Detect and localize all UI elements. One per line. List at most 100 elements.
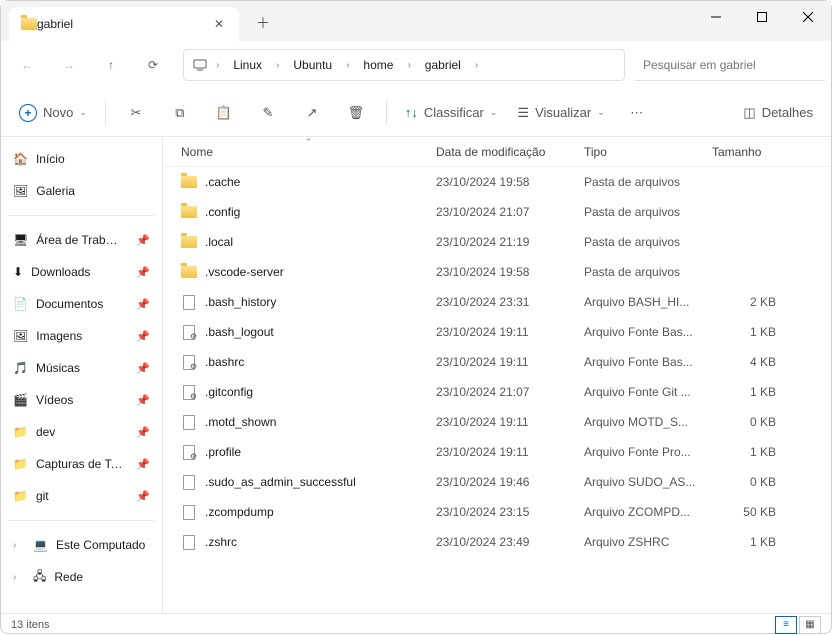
sidebar-item-home[interactable]: 🏠 Início [5, 143, 158, 175]
cell-size: 0 KB [712, 415, 792, 429]
maximize-button[interactable] [739, 1, 785, 33]
pin-icon[interactable]: 📌 [136, 426, 150, 439]
column-size[interactable]: Tamanho [712, 145, 792, 159]
pin-icon[interactable]: 📌 [136, 330, 150, 343]
separator [386, 101, 387, 125]
file-name: .gitconfig [205, 385, 253, 399]
sidebar-item-pinned[interactable]: 🎬 Vídeos 📌 [5, 384, 158, 416]
toolbar: + Novo ⌄ ✂ ⧉ 📋 ✎ ↗ 🗑 ↑↓ Classificar ⌄ ☰ … [1, 89, 831, 137]
view-button[interactable]: ☰ Visualizar ⌄ [509, 96, 612, 130]
sort-asc-icon: ⌃ [305, 137, 313, 148]
copy-button[interactable]: ⧉ [160, 96, 200, 130]
table-row[interactable]: .motd_shown 23/10/2024 19:11 Arquivo MOT… [163, 407, 831, 437]
sidebar-label: Músicas [36, 361, 128, 375]
table-row[interactable]: .zcompdump 23/10/2024 23:15 Arquivo ZCOM… [163, 497, 831, 527]
separator [105, 101, 106, 125]
file-name: .zcompdump [205, 505, 274, 519]
cell-name: .cache [181, 174, 436, 190]
new-button[interactable]: + Novo ⌄ [11, 96, 95, 130]
delete-button[interactable]: 🗑 [336, 96, 376, 130]
pictures-icon: 🖼 [13, 329, 28, 343]
breadcrumb-item[interactable]: home [357, 54, 399, 76]
pin-icon[interactable]: 📌 [136, 394, 150, 407]
back-button[interactable]: ← [7, 47, 47, 83]
sidebar-item-pinned[interactable]: ⬇ Downloads 📌 [5, 256, 158, 288]
statusbar: 13 itens ≡ ▦ [1, 613, 831, 635]
breadcrumb[interactable]: › Linux › Ubuntu › home › gabriel › [183, 49, 625, 81]
table-row[interactable]: .config 23/10/2024 21:07 Pasta de arquiv… [163, 197, 831, 227]
pin-icon[interactable]: 📌 [136, 458, 150, 471]
chevron-right-icon: › [473, 60, 480, 71]
table-row[interactable]: .cache 23/10/2024 19:58 Pasta de arquivo… [163, 167, 831, 197]
sidebar-item-pinned[interactable]: 📁 Capturas de Tel… 📌 [5, 448, 158, 480]
minimize-button[interactable] [693, 1, 739, 33]
pin-icon[interactable]: 📌 [136, 266, 150, 279]
table-row[interactable]: .gitconfig 23/10/2024 21:07 Arquivo Font… [163, 377, 831, 407]
folder-icon [181, 234, 197, 250]
up-button[interactable]: ↑ [91, 47, 131, 83]
chevron-right-icon: › [214, 60, 221, 71]
new-tab-button[interactable]: ＋ [247, 7, 279, 39]
file-icon [181, 384, 197, 400]
breadcrumb-item[interactable]: Ubuntu [287, 54, 338, 76]
table-row[interactable]: .local 23/10/2024 21:19 Pasta de arquivo… [163, 227, 831, 257]
column-date[interactable]: Data de modificação [436, 145, 584, 159]
sidebar-label: Área de Trab… [36, 233, 128, 247]
pin-icon[interactable]: 📌 [136, 234, 150, 247]
cell-size: 0 KB [712, 475, 792, 489]
sort-button[interactable]: ↑↓ Classificar ⌄ [397, 96, 506, 130]
table-row[interactable]: .vscode-server 23/10/2024 19:58 Pasta de… [163, 257, 831, 287]
more-button[interactable]: ⋯ [617, 96, 657, 130]
sidebar-item-pinned[interactable]: 🖼 Imagens 📌 [5, 320, 158, 352]
cell-date: 23/10/2024 19:46 [436, 475, 584, 489]
pin-icon[interactable]: 📌 [136, 490, 150, 503]
column-type[interactable]: Tipo [584, 145, 712, 159]
pin-icon[interactable]: 📌 [136, 298, 150, 311]
sidebar-item-pinned[interactable]: 📁 dev 📌 [5, 416, 158, 448]
paste-button[interactable]: 📋 [204, 96, 244, 130]
breadcrumb-item[interactable]: Linux [227, 54, 268, 76]
refresh-button[interactable]: ⟳ [133, 47, 173, 83]
cell-name: .sudo_as_admin_successful [181, 474, 436, 490]
cell-date: 23/10/2024 23:49 [436, 535, 584, 549]
search-input[interactable] [635, 49, 825, 81]
chevron-down-icon: ⌄ [597, 107, 605, 118]
table-row[interactable]: .profile 23/10/2024 19:11 Arquivo Fonte … [163, 437, 831, 467]
cell-date: 23/10/2024 23:15 [436, 505, 584, 519]
downloads-icon: ⬇ [13, 265, 23, 279]
cut-button[interactable]: ✂ [116, 96, 156, 130]
column-name[interactable]: ⌃ Nome [181, 145, 436, 159]
home-icon: 🏠 [13, 152, 28, 166]
table-row[interactable]: .sudo_as_admin_successful 23/10/2024 19:… [163, 467, 831, 497]
forward-button[interactable]: → [49, 47, 89, 83]
details-button[interactable]: ◫ Detalhes [735, 96, 821, 130]
tab-close-icon[interactable]: ✕ [211, 16, 227, 32]
sidebar-item-pinned[interactable]: 🖥 Área de Trab… 📌 [5, 224, 158, 256]
file-icon [181, 444, 197, 460]
clipboard-icon: 📋 [216, 105, 232, 121]
breadcrumb-item[interactable]: gabriel [419, 54, 467, 76]
sidebar-item-thispc[interactable]: › 💻 Este Computado [5, 529, 158, 561]
pin-icon[interactable]: 📌 [136, 362, 150, 375]
rename-button[interactable]: ✎ [248, 96, 288, 130]
table-row[interactable]: .bashrc 23/10/2024 19:11 Arquivo Fonte B… [163, 347, 831, 377]
tab-title: gabriel [37, 17, 211, 31]
icons-view-button[interactable]: ▦ [799, 616, 821, 634]
share-button[interactable]: ↗ [292, 96, 332, 130]
cell-size: 4 KB [712, 355, 792, 369]
sidebar-item-pinned[interactable]: 📄 Documentos 📌 [5, 288, 158, 320]
sidebar-item-pinned[interactable]: 🎵 Músicas 📌 [5, 352, 158, 384]
navbar: ← → ↑ ⟳ › Linux › Ubuntu › home › gabrie… [1, 41, 831, 89]
sidebar-label: Este Computado [56, 538, 150, 552]
sidebar-item-network[interactable]: › 🖧 Rede [5, 561, 158, 593]
tab-current[interactable]: gabriel ✕ [9, 7, 239, 41]
table-row[interactable]: .zshrc 23/10/2024 23:49 Arquivo ZSHRC 1 … [163, 527, 831, 557]
table-row[interactable]: .bash_logout 23/10/2024 19:11 Arquivo Fo… [163, 317, 831, 347]
table-row[interactable]: .bash_history 23/10/2024 23:31 Arquivo B… [163, 287, 831, 317]
close-button[interactable] [785, 1, 831, 33]
details-view-button[interactable]: ≡ [775, 616, 797, 634]
sidebar-item-pinned[interactable]: 📁 git 📌 [5, 480, 158, 512]
folder-icon [181, 264, 197, 280]
sidebar-item-gallery[interactable]: 🖼 Galeria [5, 175, 158, 207]
cell-type: Arquivo SUDO_AS... [584, 475, 712, 489]
